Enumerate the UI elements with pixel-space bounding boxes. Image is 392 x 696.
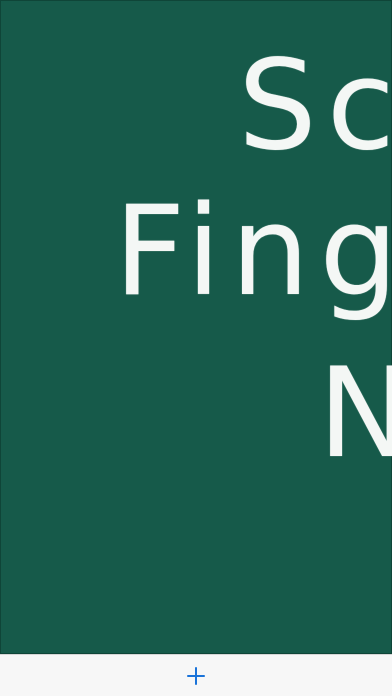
bottom-toolbar: [0, 654, 392, 696]
plus-icon: [187, 666, 205, 685]
board-text-line-3: N: [318, 342, 392, 486]
board-text-line-1: Sc: [238, 34, 392, 178]
board-text-line-2: Fing: [114, 180, 392, 324]
add-button[interactable]: [176, 656, 216, 696]
app-screen: Sc Fing N: [0, 0, 392, 696]
chalkboard[interactable]: Sc Fing N: [0, 0, 392, 654]
